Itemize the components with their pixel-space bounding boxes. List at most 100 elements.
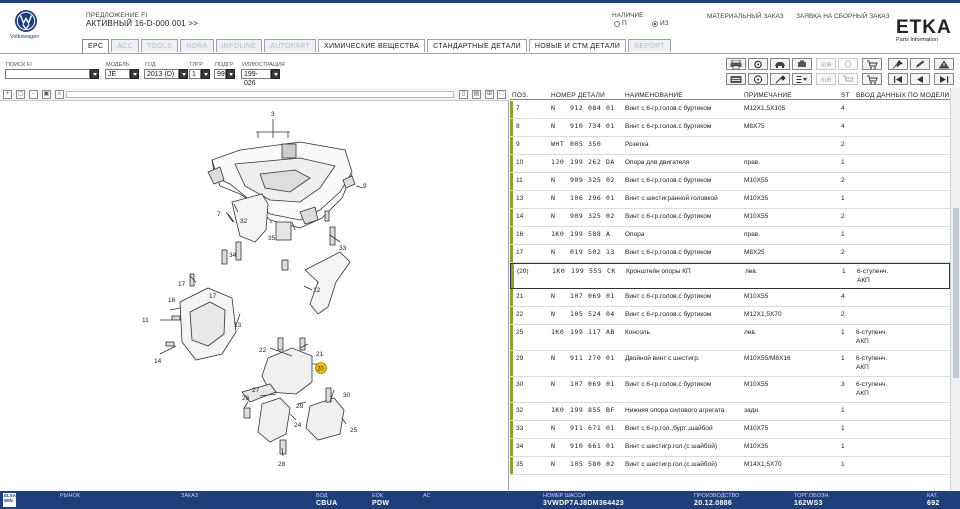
callout-label[interactable]: 22 — [259, 347, 267, 354]
table-row[interactable]: 25 1K0 199 117 AB Консоль лев. 1 6-ступенч. АКП — [510, 325, 950, 351]
model-select[interactable]: JE — [105, 69, 130, 79]
illustration-select[interactable]: 199-026 — [241, 69, 271, 87]
tab-autopart[interactable]: AUTOPART — [264, 39, 316, 52]
callout-label[interactable]: 33 — [339, 245, 347, 252]
print-button[interactable] — [726, 58, 746, 70]
year-dropdown-arrow[interactable] — [179, 69, 188, 79]
callout-label[interactable]: 24 — [294, 422, 302, 429]
year-select[interactable]: 2013 (D) — [144, 69, 179, 79]
callout-label[interactable]: 21 — [316, 351, 324, 358]
cart-dim-button[interactable] — [838, 73, 858, 85]
last-page-button[interactable] — [934, 73, 954, 85]
tab-acc[interactable]: ACC — [111, 39, 139, 52]
tab-report[interactable]: REPORT — [628, 39, 671, 52]
tab-infoline[interactable]: INFOLINE — [215, 39, 263, 52]
exploded-view-diagram[interactable]: 3 9 32 7 35 34 33 17 17 16 11 13 14 12 2… — [0, 102, 509, 490]
highlighted-callout[interactable]: 20 — [315, 362, 327, 374]
callout-label[interactable]: 16 — [168, 297, 176, 304]
tab-стандартные-детали[interactable]: СТАНДАРТНЫЕ ДЕТАЛИ — [427, 39, 527, 52]
callout-label[interactable]: 26 — [242, 395, 250, 402]
table-row[interactable]: 9 WHT 005 350 Розетка 2 — [510, 137, 950, 155]
col-st[interactable]: ST — [841, 92, 850, 99]
table-row[interactable]: 8 N 910 734 01 Винт с 6-гр.голов.с буртиком M8… — [510, 119, 950, 137]
search-input[interactable] — [5, 69, 90, 79]
col-name[interactable]: НАИМЕНОВАНИЕ — [625, 92, 683, 99]
table-row[interactable]: 13 N 106 296 01 Винт с шестигранной головкой M… — [510, 191, 950, 209]
model-dropdown-arrow[interactable] — [130, 69, 139, 79]
vehicle-button[interactable] — [770, 58, 790, 70]
table-row[interactable]: 22 N 105 524 04 Винт с 6-гр.голов.с буртиком M… — [510, 307, 950, 325]
callout-label[interactable]: 30 — [343, 392, 351, 399]
table-row[interactable]: 16 1K0 199 588 A Опора прав. 1 — [510, 227, 950, 245]
prev-page-button[interactable] — [910, 73, 930, 85]
subgroup-select[interactable]: 99 — [214, 69, 226, 79]
table-row[interactable]: 35 N 105 580 02 Винт с шестигр.гол.(с шайбой)… — [510, 457, 950, 475]
crop-icon[interactable]: ⊞ — [485, 90, 494, 99]
table-row[interactable]: 10 1J0 199 262 DA Опора для двигателя прав. 1 — [510, 155, 950, 173]
pin-button[interactable] — [888, 58, 908, 70]
table-row[interactable]: 34 N 910 661 01 Винт с шестигр.гол.(с шайбой)… — [510, 439, 950, 457]
illustration-dropdown-arrow[interactable] — [271, 69, 280, 79]
sub-button[interactable]: SUB — [816, 58, 836, 70]
callout-label[interactable]: 17 — [209, 293, 217, 300]
table-row[interactable]: 21 N 107 069 01 Винт с 6-гр.голов.с буртиком M… — [510, 289, 950, 307]
col-pos[interactable]: ПОЗ. — [512, 92, 528, 99]
callout-label[interactable]: 14 — [154, 358, 162, 365]
table-row[interactable]: 14 N 909 325 02 Винт с 6-гр.голов.с буртиком M… — [510, 209, 950, 227]
material-order-link[interactable]: МАТЕРИАЛЬНЫЙ ЗАКАЗ — [707, 13, 784, 20]
sort-button[interactable] — [792, 73, 812, 85]
table-row[interactable]: 7 N 912 084 01 Винт с 6-гр.голов.с буртиком M1… — [510, 101, 950, 119]
page-icon[interactable]: ▤ — [472, 90, 481, 99]
callout-label[interactable]: 32 — [240, 218, 248, 225]
table-row[interactable]: 33 N 911 671 01 Винт с 6-гр.гол.,бурт.,шайбой… — [510, 421, 950, 439]
callout-label[interactable]: 35 — [268, 235, 276, 242]
tab-nora[interactable]: NORA — [180, 39, 214, 52]
col-model[interactable]: ВВОД ДАННЫХ ПО МОДЕЛИ — [856, 92, 949, 99]
accessory-button[interactable] — [792, 58, 812, 70]
app-status[interactable]: АКТИВНЫЙ 16-D-000 001 >> — [86, 19, 198, 28]
subgroup-dropdown-arrow[interactable] — [226, 69, 235, 79]
radio-p[interactable]: П — [614, 20, 627, 27]
tab-химические-вещества[interactable]: ХИМИЧЕСКИЕ ВЕЩЕСТВА — [317, 39, 426, 52]
callout-label[interactable]: 34 — [229, 252, 237, 259]
svg-text:20[interactable]: 20 — [317, 367, 324, 373]
callout-label[interactable]: 9 — [363, 183, 367, 190]
callout-label[interactable]: 13 — [234, 322, 242, 329]
warning-button[interactable] — [934, 58, 954, 70]
callout-label[interactable]: 17 — [178, 281, 186, 288]
parts-scrollbar[interactable] — [950, 88, 960, 490]
zoom-slider[interactable] — [66, 91, 454, 98]
parts-service-button[interactable] — [748, 58, 768, 70]
zoom-fit-icon[interactable]: ◻ — [16, 90, 25, 99]
search-dropdown-arrow[interactable] — [90, 69, 99, 79]
sub-list-button[interactable]: SUB — [816, 73, 836, 85]
add-to-cart-button[interactable] — [862, 73, 882, 85]
table-row[interactable]: 32 1K0 199 855 BF Нижняя опора силового агрег… — [510, 403, 950, 421]
zoom-out-icon[interactable]: − — [29, 90, 38, 99]
group-select[interactable]: 1 — [189, 69, 201, 79]
fullscreen-icon[interactable]: ⛶ — [497, 90, 506, 99]
table-row[interactable]: 17 N 019 502 13 Винт с 6-гр.голов.с буртиком M… — [510, 245, 950, 263]
parts-scrollbar-thumb[interactable] — [953, 208, 959, 378]
cart-top-button[interactable] — [862, 58, 882, 70]
radio-iz[interactable]: ИЗ — [652, 20, 669, 27]
callout-label[interactable]: 28 — [278, 461, 286, 468]
radio-p-dot[interactable] — [614, 20, 620, 27]
steering-button[interactable] — [748, 73, 768, 85]
callout-label[interactable]: 12 — [313, 287, 321, 294]
zoom-reset-icon[interactable]: ▣ — [42, 90, 51, 99]
callout-label[interactable]: 25 — [350, 427, 358, 434]
parts-list-button[interactable] — [726, 73, 746, 85]
magnifier-icon[interactable]: ⌕ — [55, 90, 64, 99]
table-row[interactable]: (20) 1K0 199 555 CK Кронштейн опоры КП лев. 1 6-… — [510, 263, 950, 289]
callout-label[interactable]: 3 — [271, 111, 275, 118]
callout-label[interactable]: 27 — [252, 387, 260, 394]
tab-epc[interactable]: EPC — [82, 39, 110, 53]
col-number[interactable]: НОМЕР ДЕТАЛИ — [551, 92, 605, 99]
group-dropdown-arrow[interactable] — [201, 69, 210, 79]
tab-tools[interactable]: TOOLS — [140, 39, 179, 52]
zoom-in-icon[interactable]: + — [3, 90, 12, 99]
table-row[interactable]: 29 N 911 270 01 Двойной винт с шестигр. M10X55… — [510, 351, 950, 377]
col-note[interactable]: ПРИМЕЧАНИЕ — [744, 92, 792, 99]
zoom-100-icon[interactable]: ▯ — [459, 90, 468, 99]
